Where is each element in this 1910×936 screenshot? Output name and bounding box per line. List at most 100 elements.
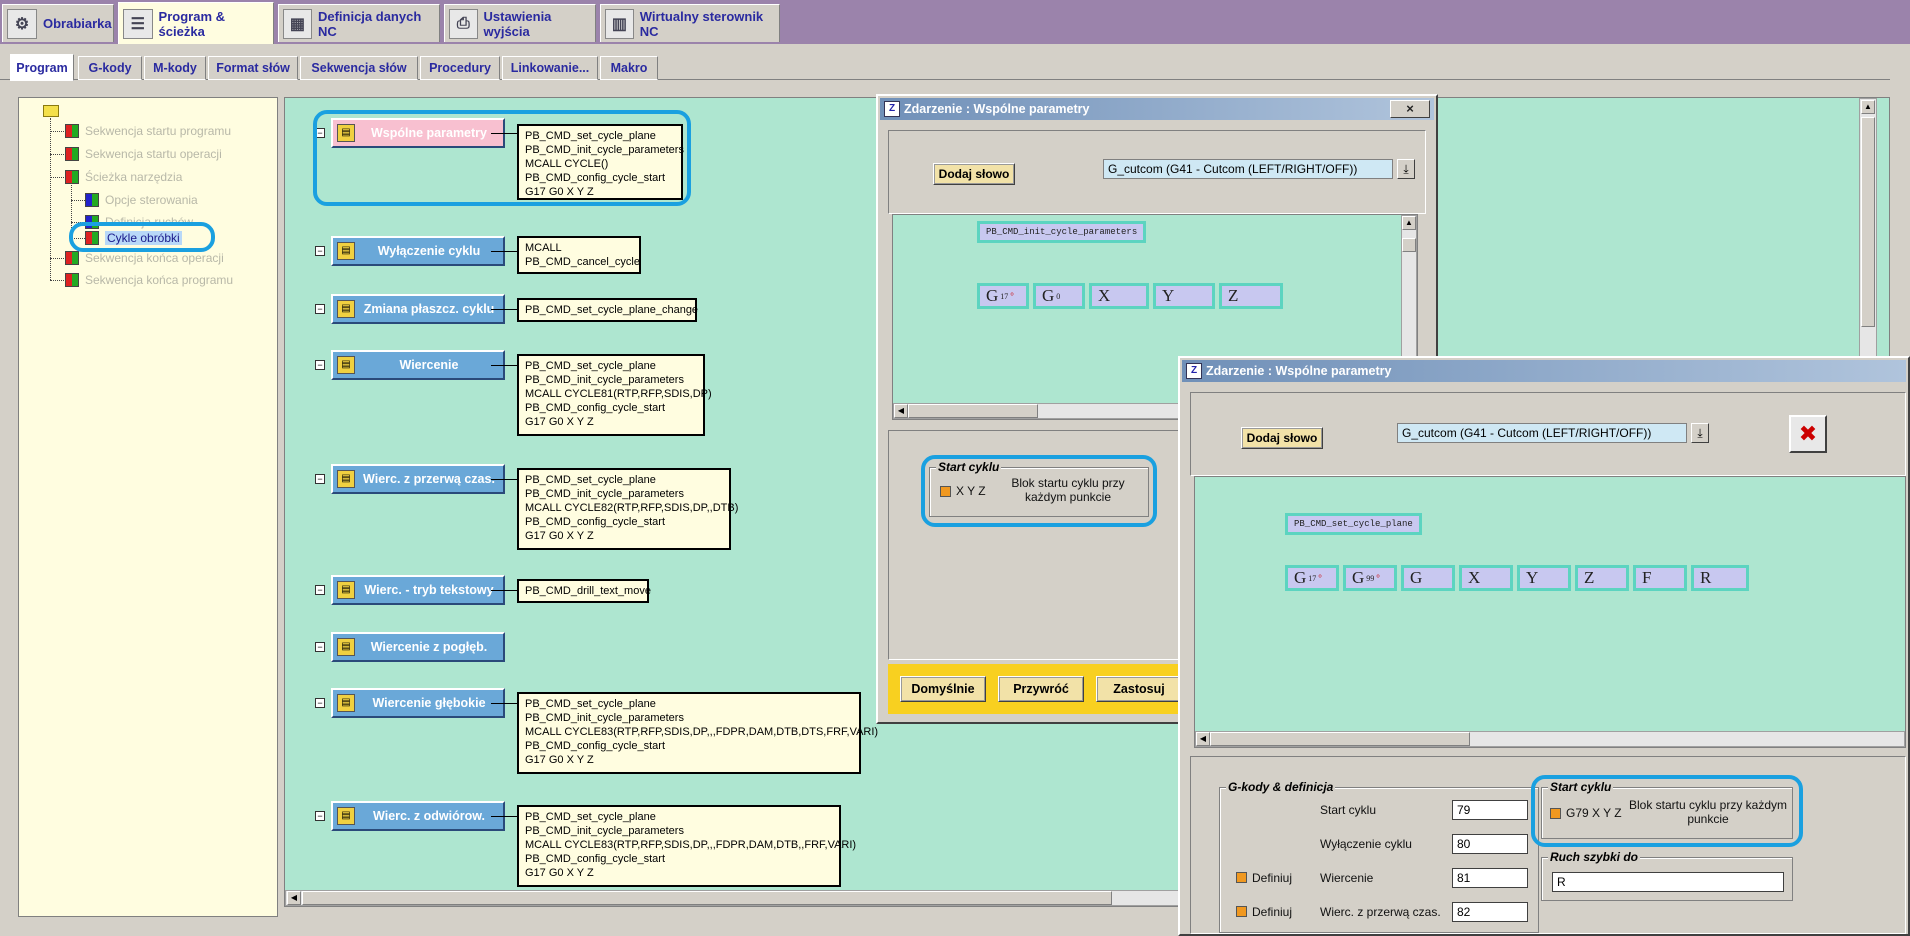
word-chip-x[interactable]: X [1089,283,1149,309]
trash-icon[interactable]: ✖ [1789,415,1827,453]
tree-item-sekwencja-startu-operacji[interactable]: Sekwencja startu operacji [65,145,222,163]
event-code-block[interactable]: PB_CMD_set_cycle_plane_change [517,298,698,322]
dropdown-arrow-icon[interactable]: ⤓ [1397,159,1415,179]
collapse-icon[interactable]: − [315,246,325,256]
event-code-block[interactable]: PB_CMD_drill_text_move [517,579,651,603]
word-chip-r[interactable]: R [1691,565,1749,591]
gcode-start-input[interactable]: 79 [1452,800,1528,820]
word-chip-g[interactable]: G [1401,565,1455,591]
subtab-program[interactable]: Program [10,54,74,81]
scroll-up-icon[interactable]: ▲ [1861,100,1875,114]
tab-program-sciezka[interactable]: ☰ Program & ścieżka [118,2,274,44]
block-tag[interactable]: PB_CMD_init_cycle_parameters [977,221,1147,243]
subtab-m-kody[interactable]: M-kody [144,56,206,80]
add-word-button[interactable]: Dodaj słowo [1241,427,1323,449]
define-checkbox[interactable] [1236,906,1247,917]
scroll-left-icon[interactable]: ◀ [1196,732,1210,746]
word-chip-z[interactable]: Z [1575,565,1629,591]
scroll-up-icon[interactable]: ▲ [1402,216,1416,230]
event-sequence-icon [85,193,99,207]
rapid-to-select[interactable]: R [1552,872,1784,892]
word-chip-g17[interactable]: G 17 ° [1285,565,1339,591]
gcode-label: Start cyklu [1320,803,1377,817]
restore-button[interactable]: Przywróć [998,676,1084,702]
event-code-block[interactable]: PB_CMD_set_cycle_plane PB_CMD_init_cycle… [517,354,712,436]
tree-item-opcje-sterowania[interactable]: Opcje sterowania [85,191,198,209]
horizontal-scrollbar[interactable]: ◀ [1195,731,1905,747]
tab-wirtualny-sterownik[interactable]: ▥ Wirtualny sterownik NC [600,4,780,42]
scroll-thumb[interactable] [302,891,1112,905]
gcode-label: Wyłączenie cyklu [1320,837,1412,851]
word-chip-y[interactable]: Y [1517,565,1571,591]
event-code-block[interactable]: PB_CMD_set_cycle_plane PB_CMD_init_cycle… [517,805,856,887]
collapse-icon[interactable]: − [315,585,325,595]
tree-item-cykle-obrobki[interactable]: Cykle obróbki [85,229,182,247]
block-tag[interactable]: PB_CMD_set_cycle_plane [1285,513,1422,535]
program-tree: Sekwencja startu programu Sekwencja star… [18,97,278,917]
dropdown-arrow-icon[interactable]: ⤓ [1691,423,1709,443]
event-code-block[interactable]: MCALL PB_CMD_cancel_cycle [517,236,641,274]
tree-item-sekwencja-konca-operacji[interactable]: Sekwencja końca operacji [65,249,224,267]
tree-line [71,238,85,239]
gcode-cancel-input[interactable]: 80 [1452,834,1528,854]
subtab-makro[interactable]: Makro [600,56,658,80]
event-button-wiercenie-glebokie[interactable]: ▤ Wiercenie głębokie [331,688,505,718]
word-chip-z[interactable]: Z [1219,283,1283,309]
word-chip-g17[interactable]: G 17 ° [977,283,1029,309]
collapse-icon[interactable]: − [315,642,325,652]
event-button-wiercenie[interactable]: ▤ Wiercenie [331,350,505,380]
subtab-linkowanie[interactable]: Linkowanie... [502,56,598,80]
scroll-left-icon[interactable]: ◀ [894,404,908,418]
close-button[interactable]: × [1390,100,1430,118]
tab-definicja-danych-nc[interactable]: ▦ Definicja danych NC [278,4,440,42]
apply-button[interactable]: Zastosuj [1096,676,1182,702]
word-chip-g0[interactable]: G0 [1033,283,1085,309]
scroll-thumb[interactable] [1402,238,1416,252]
subtab-format-slow[interactable]: Format słów [208,56,298,80]
event-code-block[interactable]: PB_CMD_set_cycle_plane PB_CMD_init_cycle… [517,468,738,550]
collapse-icon[interactable]: − [315,360,325,370]
subtab-procedury[interactable]: Procedury [420,56,500,80]
event-button-wspolne-parametry[interactable]: ▤ Wspólne parametry [331,118,505,148]
subtab-sekwencja-slow[interactable]: Sekwencja słów [300,56,418,80]
word-chip-f[interactable]: F [1633,565,1687,591]
word-chip-g99[interactable]: G 99 ° [1343,565,1397,591]
event-button-wierc-z-odwiorow[interactable]: ▤ Wierc. z odwiórow. [331,801,505,831]
tab-obrabiarka[interactable]: ⚙ Obrabiarka [2,4,114,42]
collapse-icon[interactable]: − [315,698,325,708]
collapse-icon[interactable]: − [315,304,325,314]
start-cycle-checkbox[interactable] [1550,808,1561,819]
event-button-zmiana-plaszcz-cyklu[interactable]: ▤ Zmiana płaszcz. cyklu [331,294,505,324]
event-code-block[interactable]: PB_CMD_set_cycle_plane PB_CMD_init_cycle… [517,692,878,774]
define-checkbox[interactable] [1236,872,1247,883]
gcode-dwell-input[interactable]: 82 [1452,902,1528,922]
tree-item-sekwencja-startu-programu[interactable]: Sekwencja startu programu [65,122,231,140]
word-chip-x[interactable]: X [1459,565,1513,591]
gcodes-group: G-kody & definicja Start cyklu 79 Wyłącz… [1219,780,1539,933]
subtab-g-kody[interactable]: G-kody [78,56,142,80]
tree-line [50,280,64,281]
event-button-wylaczenie-cyklu[interactable]: ▤ Wyłączenie cyklu [331,236,505,266]
event-button-wiercenie-z-pogleb[interactable]: ▤ Wiercenie z pogłęb. [331,632,505,662]
event-code-block[interactable]: PB_CMD_set_cycle_plane PB_CMD_init_cycle… [517,124,684,200]
word-chip-y[interactable]: Y [1153,283,1215,309]
collapse-icon[interactable]: − [315,128,325,138]
tab-ustawienia-wyjscia[interactable]: ⎙ Ustawienia wyjścia [444,4,596,42]
start-cycle-checkbox[interactable] [940,486,951,497]
scroll-thumb[interactable] [908,404,1038,418]
word-select[interactable]: G_cutcom (G41 - Cutcom (LEFT/RIGHT/OFF)) [1103,159,1393,179]
tree-item-sekwencja-konca-programu[interactable]: Sekwencja końca programu [65,271,233,289]
event-button-wierc-z-przerwa-czas[interactable]: ▤ Wierc. z przerwą czas. [331,464,505,494]
default-button[interactable]: Domyślnie [900,676,986,702]
collapse-icon[interactable]: − [315,811,325,821]
event-button-wierc-tryb-tekstowy[interactable]: ▤ Wierc. - tryb tekstowy [331,575,505,605]
tree-item-sciezka-narzedzia[interactable]: Ścieżka narzędzia [65,168,182,186]
word-select[interactable]: G_cutcom (G41 - Cutcom (LEFT/RIGHT/OFF)) [1397,423,1687,443]
scroll-thumb[interactable] [1210,732,1470,746]
scroll-left-icon[interactable]: ◀ [287,891,301,905]
collapse-icon[interactable]: − [315,474,325,484]
add-word-button[interactable]: Dodaj słowo [933,163,1015,185]
scroll-thumb[interactable] [1861,117,1875,327]
block-editor: PB_CMD_set_cycle_plane G 17 ° G 99 ° G X Y Z… [1194,476,1906,748]
gcode-drill-input[interactable]: 81 [1452,868,1528,888]
